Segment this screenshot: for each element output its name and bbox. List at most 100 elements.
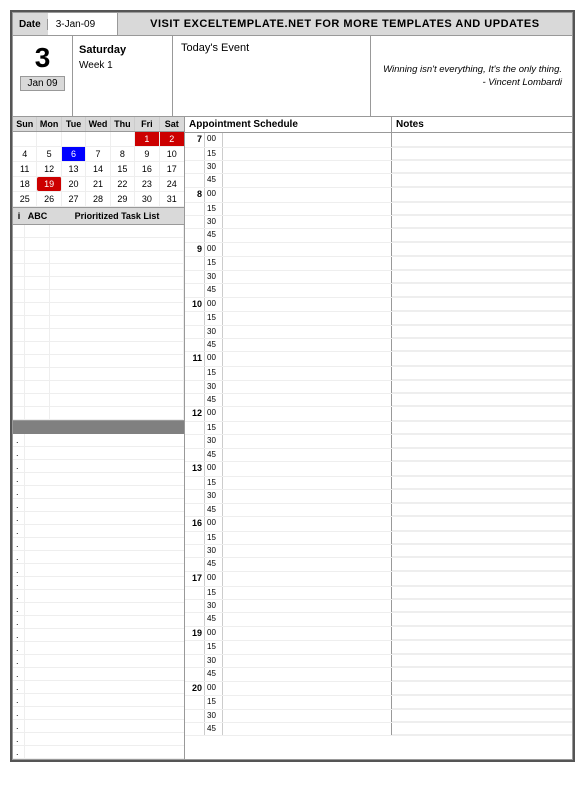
appt-slot[interactable] [223,229,392,241]
notes-slot[interactable] [392,587,572,599]
extra-content[interactable] [25,564,184,576]
task-cell-c3[interactable] [50,290,184,302]
appt-slot[interactable] [223,298,392,312]
notes-slot[interactable] [392,449,572,461]
notes-slot[interactable] [392,435,572,447]
extra-content[interactable] [25,473,184,485]
notes-slot[interactable] [392,243,572,257]
appt-slot[interactable] [223,216,392,228]
appt-slot[interactable] [223,188,392,202]
task-row[interactable] [13,264,184,277]
extra-content[interactable] [25,525,184,537]
extra-content[interactable] [25,538,184,550]
task-cell-c3[interactable] [50,225,184,237]
notes-slot[interactable] [392,229,572,241]
notes-slot[interactable] [392,462,572,476]
task-cell-c3[interactable] [50,342,184,354]
extra-content[interactable] [25,512,184,524]
task-cell-c3[interactable] [50,368,184,380]
appt-slot[interactable] [223,545,392,557]
task-cell-c3[interactable] [50,329,184,341]
notes-slot[interactable] [392,312,572,324]
extra-content[interactable] [25,746,184,758]
notes-slot[interactable] [392,532,572,544]
notes-slot[interactable] [392,477,572,489]
notes-slot[interactable] [392,572,572,586]
notes-slot[interactable] [392,627,572,641]
appt-slot[interactable] [223,682,392,696]
event-box[interactable]: Today's Event [173,36,371,116]
notes-slot[interactable] [392,271,572,283]
task-row[interactable] [13,238,184,251]
notes-slot[interactable] [392,545,572,557]
task-row[interactable] [13,290,184,303]
appt-slot[interactable] [223,449,392,461]
appt-slot[interactable] [223,696,392,708]
task-cell-c3[interactable] [50,277,184,289]
notes-slot[interactable] [392,504,572,516]
notes-slot[interactable] [392,284,572,296]
extra-content[interactable] [25,486,184,498]
appt-slot[interactable] [223,504,392,516]
appt-slot[interactable] [223,407,392,421]
notes-slot[interactable] [392,298,572,312]
appt-slot[interactable] [223,600,392,612]
notes-slot[interactable] [392,407,572,421]
appt-slot[interactable] [223,381,392,393]
appt-slot[interactable] [223,627,392,641]
notes-slot[interactable] [392,367,572,379]
appt-slot[interactable] [223,572,392,586]
notes-slot[interactable] [392,174,572,186]
task-cell-c3[interactable] [50,381,184,393]
extra-content[interactable] [25,707,184,719]
task-row[interactable] [13,355,184,368]
extra-content[interactable] [25,603,184,615]
notes-slot[interactable] [392,558,572,570]
appt-slot[interactable] [223,532,392,544]
appt-slot[interactable] [223,203,392,215]
appt-slot[interactable] [223,655,392,667]
extra-content[interactable] [25,590,184,602]
appt-slot[interactable] [223,284,392,296]
task-row[interactable] [13,277,184,290]
extra-content[interactable] [25,681,184,693]
appt-slot[interactable] [223,271,392,283]
task-cell-c3[interactable] [50,303,184,315]
notes-slot[interactable] [392,641,572,653]
notes-slot[interactable] [392,490,572,502]
appt-slot[interactable] [223,517,392,531]
task-cell-c3[interactable] [50,355,184,367]
extra-content[interactable] [25,668,184,680]
extra-content[interactable] [25,499,184,511]
appt-slot[interactable] [223,257,392,269]
notes-slot[interactable] [392,326,572,338]
task-cell-c3[interactable] [50,407,184,419]
appt-slot[interactable] [223,613,392,625]
task-row[interactable] [13,329,184,342]
task-row[interactable] [13,303,184,316]
task-row[interactable] [13,342,184,355]
extra-content[interactable] [25,577,184,589]
appt-slot[interactable] [223,710,392,722]
extra-content[interactable] [25,720,184,732]
notes-slot[interactable] [392,422,572,434]
notes-slot[interactable] [392,257,572,269]
task-cell-c3[interactable] [50,394,184,406]
appt-slot[interactable] [223,668,392,680]
extra-content[interactable] [25,434,184,446]
appt-slot[interactable] [223,435,392,447]
notes-slot[interactable] [392,161,572,173]
notes-slot[interactable] [392,668,572,680]
appt-slot[interactable] [223,367,392,379]
task-cell-c3[interactable] [50,264,184,276]
notes-slot[interactable] [392,203,572,215]
appt-slot[interactable] [223,490,392,502]
extra-content[interactable] [25,694,184,706]
notes-slot[interactable] [392,188,572,202]
extra-content[interactable] [25,629,184,641]
appt-slot[interactable] [223,312,392,324]
notes-slot[interactable] [392,216,572,228]
extra-content[interactable] [25,733,184,745]
appt-slot[interactable] [223,174,392,186]
extra-content[interactable] [25,447,184,459]
